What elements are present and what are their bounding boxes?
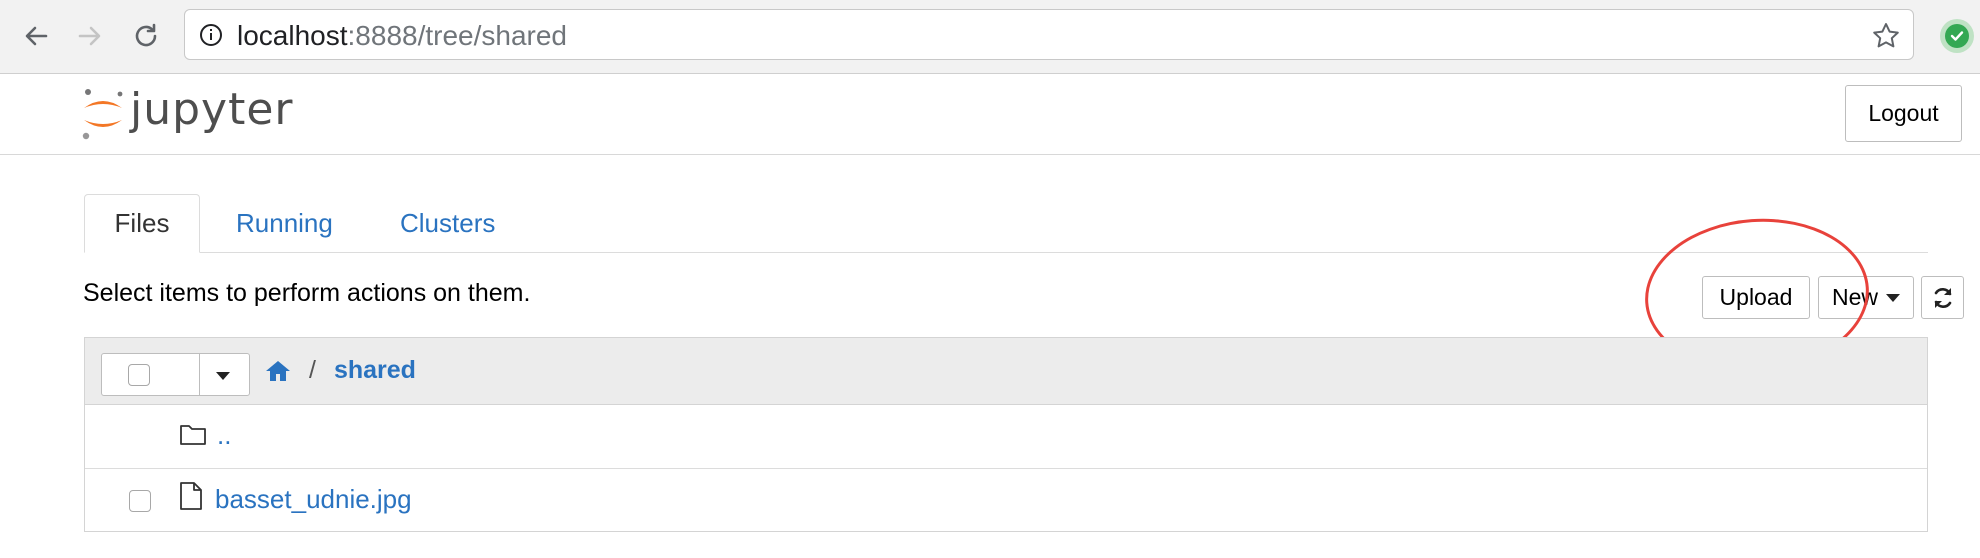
logout-button[interactable]: Logout	[1845, 85, 1962, 142]
breadcrumb: / shared	[265, 356, 416, 385]
check-icon	[1950, 31, 1964, 41]
list-item[interactable]: ..	[85, 404, 1927, 468]
file-name[interactable]: basset_udnie.jpg	[215, 484, 412, 515]
file-icon	[180, 482, 202, 510]
tabs-divider	[84, 252, 1928, 253]
select-all-group	[101, 353, 250, 396]
selection-hint: Select items to perform actions on them.	[83, 279, 531, 307]
tab-clusters[interactable]: Clusters	[400, 194, 495, 253]
address-bar[interactable]: localhost:8888/tree/shared	[184, 9, 1914, 60]
select-all-checkbox[interactable]	[128, 364, 150, 386]
refresh-button[interactable]	[1921, 276, 1964, 319]
file-name[interactable]: ..	[217, 420, 231, 451]
reload-icon	[135, 23, 157, 47]
jupyter-logo-icon[interactable]	[80, 86, 126, 142]
folder-icon	[180, 425, 206, 445]
select-menu-caret-icon[interactable]	[216, 372, 230, 380]
list-item[interactable]: basset_udnie.jpg	[85, 468, 1927, 532]
breadcrumb-separator: /	[309, 356, 316, 384]
browser-toolbar: localhost:8888/tree/shared	[0, 0, 1980, 74]
arrow-right-icon	[78, 26, 101, 46]
star-icon[interactable]	[1871, 21, 1901, 51]
caret-down-icon	[1886, 293, 1900, 302]
file-checkbox[interactable]	[129, 490, 151, 512]
forward-button[interactable]	[72, 18, 108, 54]
url-text: localhost:8888/tree/shared	[237, 22, 567, 50]
jupyter-logo-text: jupyter	[130, 84, 294, 135]
extension-icon[interactable]	[1940, 19, 1974, 53]
tab-files[interactable]: Files	[84, 194, 200, 253]
url-path: :8888/tree/shared	[347, 20, 568, 51]
jupyter-header: jupyter Logout	[0, 74, 1980, 155]
new-button-label: New	[1831, 284, 1878, 310]
file-list: / shared .. basset_udnie.jpg	[84, 337, 1928, 532]
select-divider	[199, 354, 200, 395]
url-host: localhost	[237, 20, 348, 51]
reload-button[interactable]	[128, 18, 164, 54]
file-list-header: / shared	[85, 338, 1927, 405]
home-icon[interactable]	[265, 359, 291, 383]
back-button[interactable]	[18, 18, 54, 54]
tab-running[interactable]: Running	[236, 194, 333, 253]
extension-badge	[1945, 24, 1969, 48]
breadcrumb-current[interactable]: shared	[334, 356, 416, 385]
info-icon	[200, 24, 222, 46]
refresh-icon	[1934, 287, 1951, 308]
arrow-left-icon	[25, 26, 48, 46]
new-dropdown-button[interactable]: New	[1818, 276, 1914, 319]
upload-button[interactable]: Upload	[1702, 276, 1810, 319]
